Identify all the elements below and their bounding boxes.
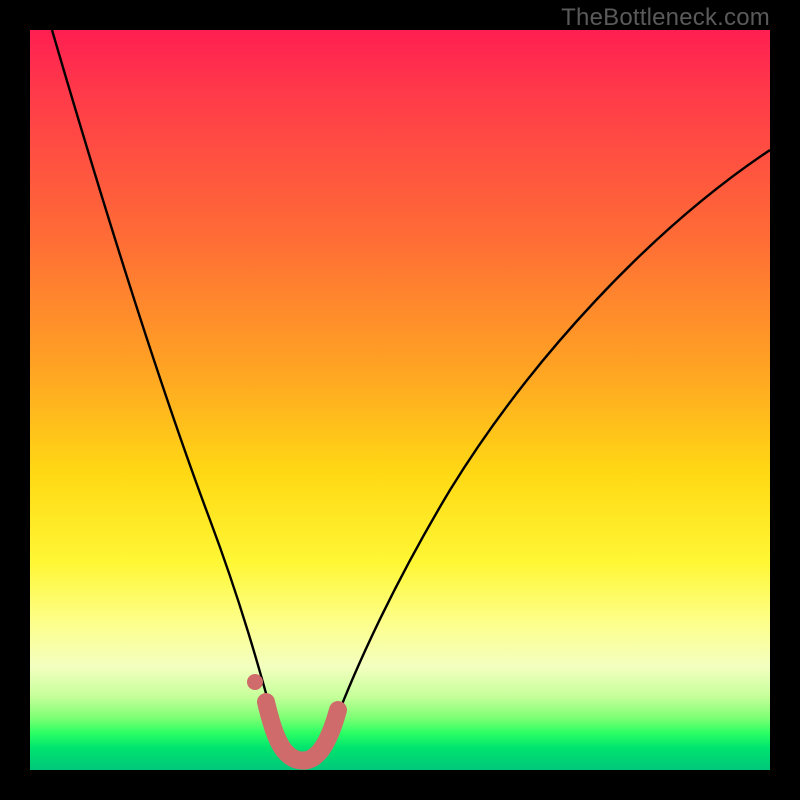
plot-area (30, 30, 770, 770)
curve-layer (30, 30, 770, 770)
trough-highlight (266, 702, 338, 761)
watermark-text: TheBottleneck.com (561, 4, 770, 32)
trough-isolated-dot (247, 674, 263, 690)
outer-frame: TheBottleneck.com (0, 0, 800, 800)
bottleneck-curve (52, 30, 770, 762)
